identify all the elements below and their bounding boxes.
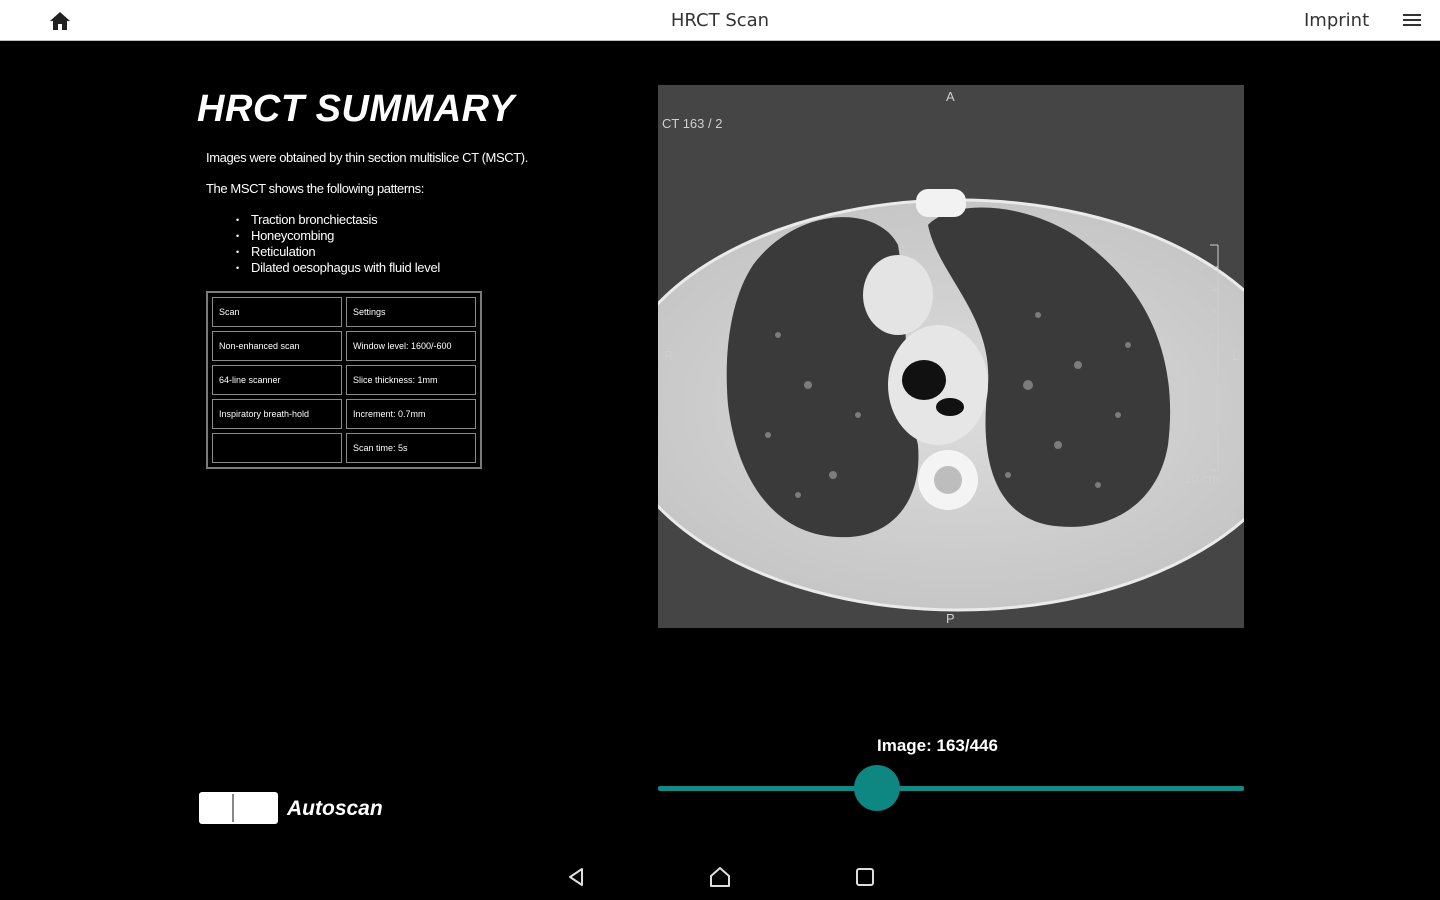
summary-paragraph-1: Images were obtained by thin section mul… — [206, 150, 528, 165]
back-triangle-icon — [569, 868, 583, 886]
ct-scan-image[interactable]: A CT 163 / 2 R L 10 cm P — [658, 85, 1244, 628]
list-item: Dilated oesophagus with fluid level — [236, 260, 440, 276]
table-row: Non-enhanced scan Window level: 1600/-60… — [212, 331, 476, 361]
table-row: Inspiratory breath-hold Increment: 0.7mm — [212, 399, 476, 429]
recents-square-icon — [856, 868, 874, 886]
nav-recents-button[interactable] — [848, 860, 882, 894]
table-cell: Scan — [212, 297, 342, 327]
orientation-label-left: L — [1232, 348, 1240, 363]
scan-settings-table: Scan Settings Non-enhanced scan Window l… — [206, 291, 482, 469]
orientation-label-anterior: A — [946, 89, 955, 104]
list-item: Reticulation — [236, 244, 440, 260]
home-icon — [50, 12, 70, 30]
hamburger-menu-icon — [1403, 14, 1421, 16]
table-cell: Non-enhanced scan — [212, 331, 342, 361]
nav-home-button[interactable] — [703, 860, 737, 894]
table-row: Scan time: 5s — [212, 433, 476, 463]
summary-title: HRCT SUMMARY — [197, 88, 515, 130]
table-cell: Settings — [346, 297, 476, 327]
toggle-knob — [232, 794, 234, 822]
pattern-list: Traction bronchiectasis Honeycombing Ret… — [236, 212, 440, 276]
autoscan-toggle[interactable] — [199, 792, 278, 824]
autoscan-label: Autoscan — [287, 797, 383, 820]
table-cell: Slice thickness: 1mm — [346, 365, 476, 395]
table-cell — [212, 433, 342, 463]
scale-label: 10 cm — [1184, 471, 1220, 486]
menu-button[interactable] — [1401, 11, 1423, 31]
table-cell: Inspiratory breath-hold — [212, 399, 342, 429]
table-cell: Increment: 0.7mm — [346, 399, 476, 429]
ct-scan-drawing — [658, 85, 1244, 628]
summary-paragraph-2: The MSCT shows the following patterns: — [206, 181, 424, 196]
nav-back-button[interactable] — [559, 860, 593, 894]
image-slider-thumb[interactable] — [854, 765, 900, 811]
app-bar: HRCT Scan Imprint — [0, 0, 1440, 41]
table-cell: Window level: 1600/-600 — [346, 331, 476, 361]
table-cell: Scan time: 5s — [346, 433, 476, 463]
orientation-label-posterior: P — [946, 611, 955, 626]
table-row: 64-line scanner Slice thickness: 1mm — [212, 365, 476, 395]
table-row: Scan Settings — [212, 297, 476, 327]
list-item: Honeycombing — [236, 228, 440, 244]
table-cell: 64-line scanner — [212, 365, 342, 395]
image-slider-track[interactable] — [658, 786, 1244, 791]
home-outline-icon — [710, 867, 730, 887]
series-label: CT 163 / 2 — [662, 116, 723, 131]
orientation-label-right: R — [664, 348, 674, 363]
page-title: HRCT Scan — [670, 10, 770, 31]
image-counter: Image: 163/446 — [877, 736, 998, 755]
home-button[interactable] — [46, 8, 74, 34]
imprint-link[interactable]: Imprint — [1304, 10, 1369, 31]
list-item: Traction bronchiectasis — [236, 212, 440, 228]
